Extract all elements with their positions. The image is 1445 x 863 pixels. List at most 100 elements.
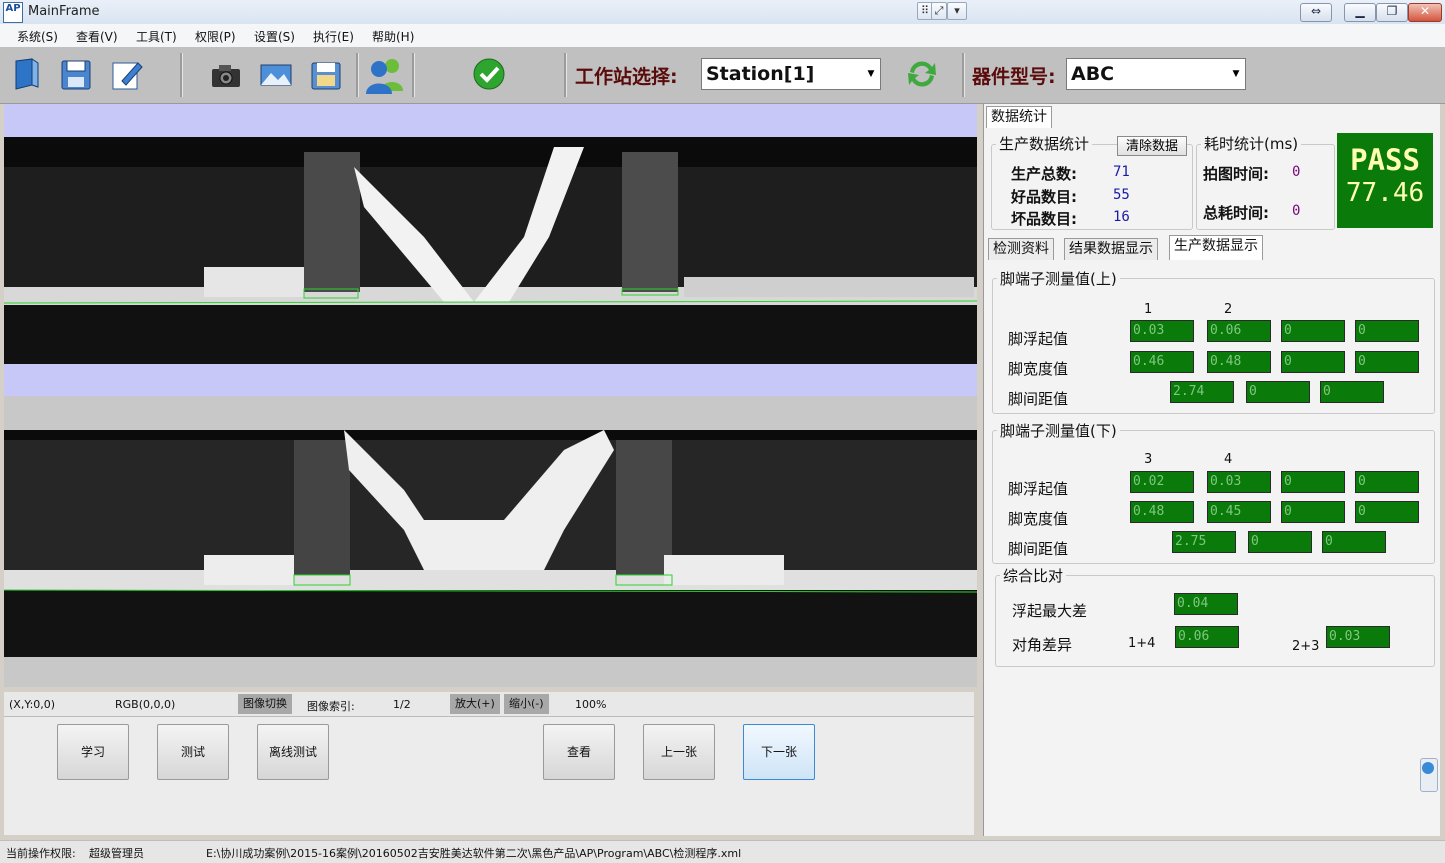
compare-title: 综合比对	[1000, 565, 1067, 586]
learn-button[interactable]: 学习	[57, 724, 129, 780]
lower-float-2: 0.03	[1207, 471, 1271, 493]
camera-icon[interactable]	[208, 55, 244, 93]
bad-count-label: 坏品数目:	[1011, 210, 1077, 228]
menu-execute[interactable]: 执行(E)	[313, 28, 354, 45]
offline-test-button[interactable]: 离线测试	[257, 724, 329, 780]
diagonal-1-label: 1+4	[1128, 636, 1156, 651]
lower-width-2: 0.45	[1207, 501, 1271, 523]
image-switch-button[interactable]: 图像切换	[238, 694, 292, 714]
dropdown-arrow-icon[interactable]: ▼	[1229, 61, 1243, 87]
tab-inspection-data[interactable]: 检测资料	[988, 238, 1054, 260]
good-count-label: 好品数目:	[1011, 188, 1077, 206]
total-count-label: 生产总数:	[1011, 165, 1077, 183]
lower-gap-3: 0	[1322, 531, 1386, 553]
total-count-value: 71	[1113, 164, 1130, 180]
upper-measure-title: 脚端子测量值(上)	[997, 268, 1120, 289]
view-button[interactable]: 查看	[543, 724, 615, 780]
camera-image-lower[interactable]	[4, 430, 977, 657]
upper-gap-3: 0	[1320, 381, 1384, 403]
image-viewer[interactable]	[4, 104, 977, 687]
menu-system[interactable]: 系统(S)	[17, 28, 58, 45]
upper-col-1: 1	[1144, 302, 1153, 317]
image-index-label: 图像索引:	[307, 700, 355, 713]
check-icon[interactable]	[471, 55, 507, 93]
lower-float-3: 0	[1281, 471, 1345, 493]
station-select[interactable]: Station[1] ▼	[701, 58, 881, 90]
tab-result-data[interactable]: 结果数据显示	[1064, 238, 1158, 260]
max-float-label: 浮起最大差	[1012, 602, 1088, 620]
fullscreen-icon[interactable]: ⤢	[931, 2, 947, 20]
dropdown-arrow-icon[interactable]: ▼	[864, 61, 878, 87]
menu-help[interactable]: 帮助(H)	[372, 28, 414, 45]
upper-width-2: 0.48	[1207, 351, 1271, 373]
lower-width-3: 0	[1281, 501, 1345, 523]
production-stats-title: 生产数据统计	[996, 133, 1093, 154]
menu-view[interactable]: 查看(V)	[76, 28, 118, 45]
device-select[interactable]: ABC ▼	[1066, 58, 1246, 90]
toolbar-separator	[962, 53, 965, 97]
status-bar: 当前操作权限: 超级管理员 E:\协川成功案例\2015-16案例\201605…	[0, 840, 1445, 863]
users-icon[interactable]	[364, 55, 406, 94]
lower-width-label: 脚宽度值	[1008, 510, 1069, 528]
image-band	[4, 104, 977, 137]
clear-data-button[interactable]: 清除数据	[1117, 136, 1187, 156]
good-count-value: 55	[1113, 187, 1130, 203]
close-button[interactable]: ✕	[1408, 3, 1442, 22]
photo-time-value: 0	[1292, 164, 1301, 180]
photo-time-label: 拍图时间:	[1203, 165, 1269, 183]
zoom-out-button[interactable]: 缩小(-)	[504, 694, 549, 714]
lower-gap-label: 脚间距值	[1008, 540, 1069, 558]
menu-bar: 系统(S) 查看(V) 工具(T) 权限(P) 设置(S) 执行(E) 帮助(H…	[0, 24, 1445, 48]
total-time-label: 总耗时间:	[1203, 204, 1269, 222]
toolbar-separator	[564, 53, 567, 97]
next-image-button[interactable]: 下一张	[743, 724, 815, 780]
device-label: 器件型号:	[972, 66, 1056, 88]
cursor-coords: (X,Y:0,0)	[9, 698, 56, 711]
prev-image-button[interactable]: 上一张	[643, 724, 715, 780]
upper-float-1: 0.03	[1130, 320, 1194, 342]
tab-data-stats[interactable]: 数据统计	[986, 106, 1052, 128]
upper-gap-2: 0	[1246, 381, 1310, 403]
lower-col-4: 4	[1224, 452, 1233, 467]
image-icon[interactable]	[258, 55, 294, 93]
lower-float-label: 脚浮起值	[1008, 480, 1069, 498]
upper-width-4: 0	[1355, 351, 1419, 373]
menu-tools[interactable]: 工具(T)	[136, 28, 177, 45]
minimize-button[interactable]: ▁	[1344, 3, 1376, 22]
total-time-value: 0	[1292, 203, 1301, 219]
lower-width-1: 0.48	[1130, 501, 1194, 523]
result-status: PASS	[1350, 143, 1420, 177]
image-band	[4, 364, 977, 396]
bad-count-value: 16	[1113, 209, 1130, 225]
upper-image-render	[4, 137, 977, 364]
menu-permission[interactable]: 权限(P)	[195, 28, 236, 45]
device-value: ABC	[1071, 63, 1115, 85]
upper-col-2: 2	[1224, 302, 1233, 317]
zoom-value: 100%	[575, 698, 607, 711]
refresh-icon[interactable]	[904, 55, 940, 93]
edit-icon[interactable]	[108, 55, 144, 93]
restore-arrows-icon[interactable]: ⇔	[1300, 3, 1332, 22]
chevron-down-icon[interactable]: ▾	[947, 2, 967, 20]
zoom-in-button[interactable]: 放大(+)	[450, 694, 500, 714]
toolbar-separator	[356, 53, 359, 97]
permission-value: 超级管理员	[89, 847, 144, 860]
save-icon[interactable]	[58, 55, 94, 93]
test-button[interactable]: 测试	[157, 724, 229, 780]
open-file-icon[interactable]	[8, 55, 44, 93]
lower-float-4: 0	[1355, 471, 1419, 493]
maximize-button[interactable]: ❐	[1376, 3, 1408, 22]
lower-gap-1: 2.75	[1172, 531, 1236, 553]
upper-gap-label: 脚间距值	[1008, 390, 1069, 408]
result-indicator: PASS 77.46	[1337, 133, 1433, 228]
image-index-value: 1/2	[393, 698, 411, 711]
station-label: 工作站选择:	[575, 66, 678, 88]
app-logo-icon: AP	[3, 2, 23, 23]
tab-production-data[interactable]: 生产数据显示	[1169, 235, 1263, 260]
image-save-icon[interactable]	[308, 55, 344, 93]
menu-settings[interactable]: 设置(S)	[254, 28, 295, 45]
side-scroll-handle[interactable]	[1420, 758, 1438, 792]
camera-image-upper[interactable]	[4, 137, 977, 364]
upper-float-label: 脚浮起值	[1008, 330, 1069, 348]
window-title: MainFrame	[28, 4, 100, 19]
